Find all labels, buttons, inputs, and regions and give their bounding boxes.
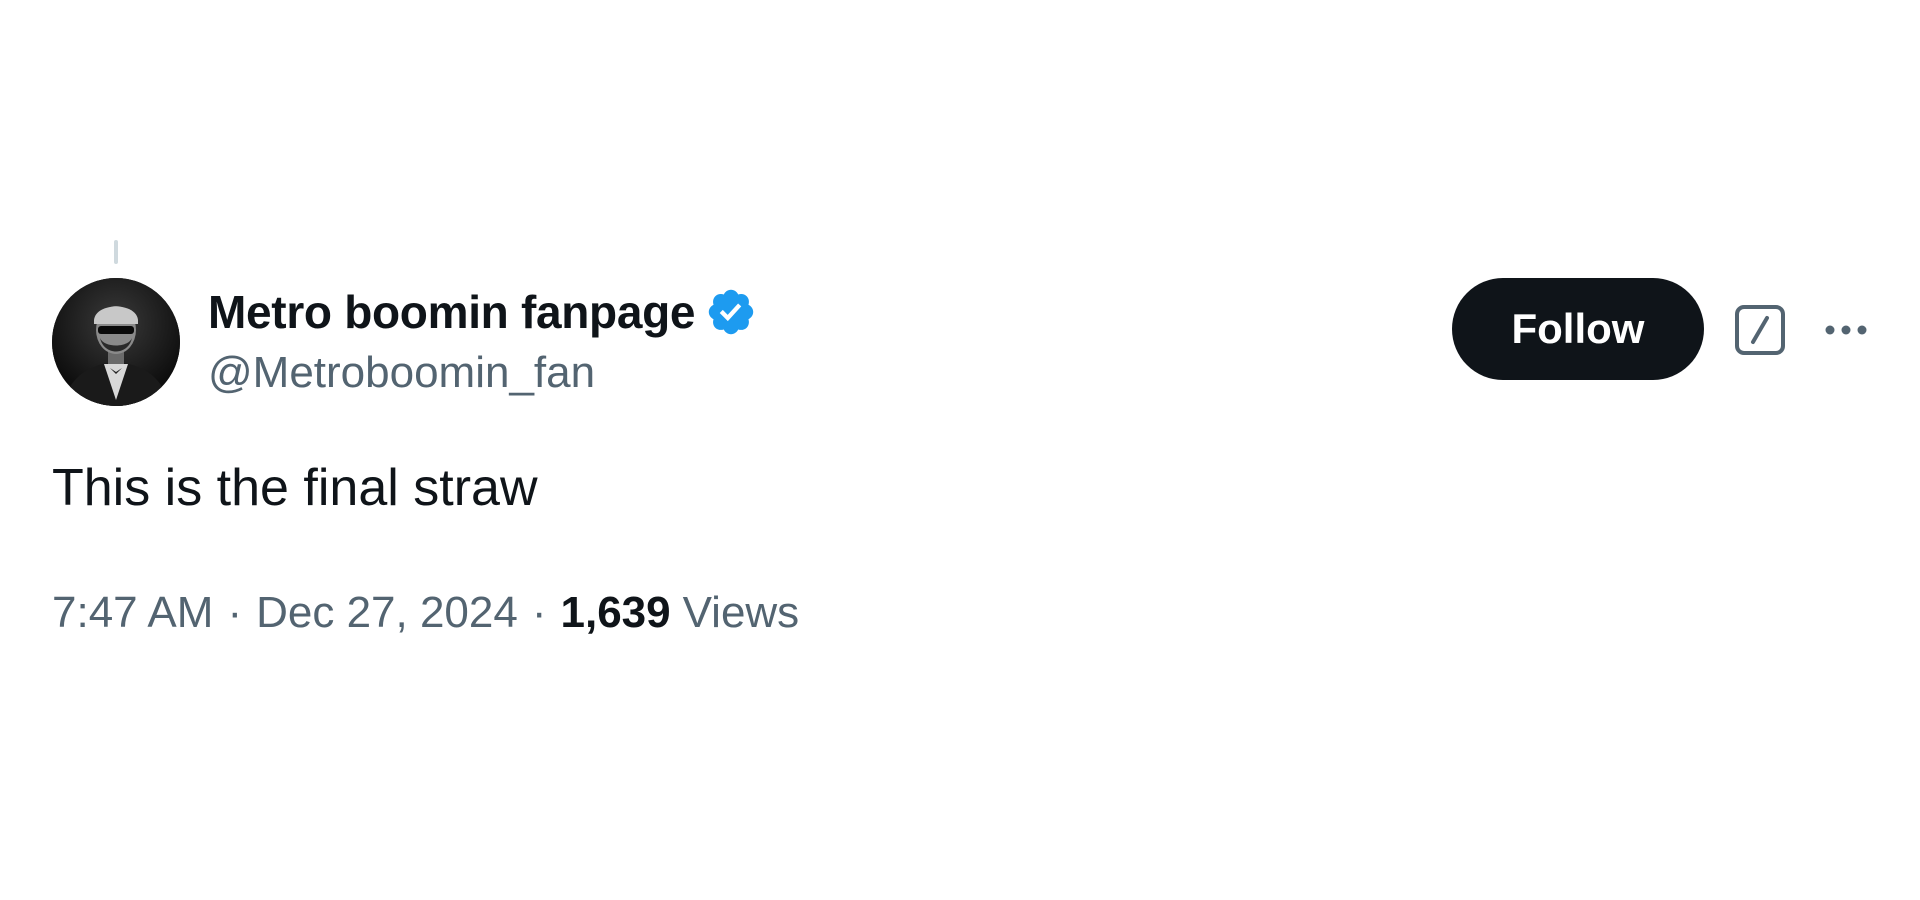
author-handle[interactable]: @Metroboomin_fan bbox=[208, 348, 757, 398]
avatar[interactable] bbox=[52, 278, 180, 406]
grok-icon[interactable] bbox=[1734, 304, 1786, 356]
tweet: Metro boomin fanpage @Metroboomin_fan Fo… bbox=[52, 278, 1872, 637]
separator-dot: · bbox=[227, 588, 243, 637]
display-name-row: Metro boomin fanpage bbox=[208, 284, 757, 340]
tweet-text: This is the final straw bbox=[52, 459, 538, 517]
tweet-header: Metro boomin fanpage @Metroboomin_fan Fo… bbox=[52, 278, 1872, 408]
more-options-icon[interactable] bbox=[1820, 304, 1872, 356]
avatar-image bbox=[52, 278, 180, 406]
views-label: Views bbox=[682, 588, 800, 637]
tweet-metadata: 7:47 AM · Dec 27, 2024 · 1,639 Views bbox=[52, 588, 799, 638]
author-names: Metro boomin fanpage @Metroboomin_fan bbox=[208, 284, 757, 398]
follow-button[interactable]: Follow bbox=[1452, 278, 1704, 380]
separator-dot: · bbox=[531, 588, 547, 637]
tweet-page: Metro boomin fanpage @Metroboomin_fan Fo… bbox=[0, 0, 1920, 900]
views-count: 1,639 bbox=[560, 588, 671, 637]
display-name[interactable]: Metro boomin fanpage bbox=[208, 285, 696, 339]
verified-badge-icon[interactable] bbox=[705, 286, 757, 338]
thread-connector-line bbox=[114, 240, 118, 264]
tweet-date[interactable]: Dec 27, 2024 bbox=[256, 588, 518, 638]
tweet-time[interactable]: 7:47 AM bbox=[52, 588, 213, 638]
